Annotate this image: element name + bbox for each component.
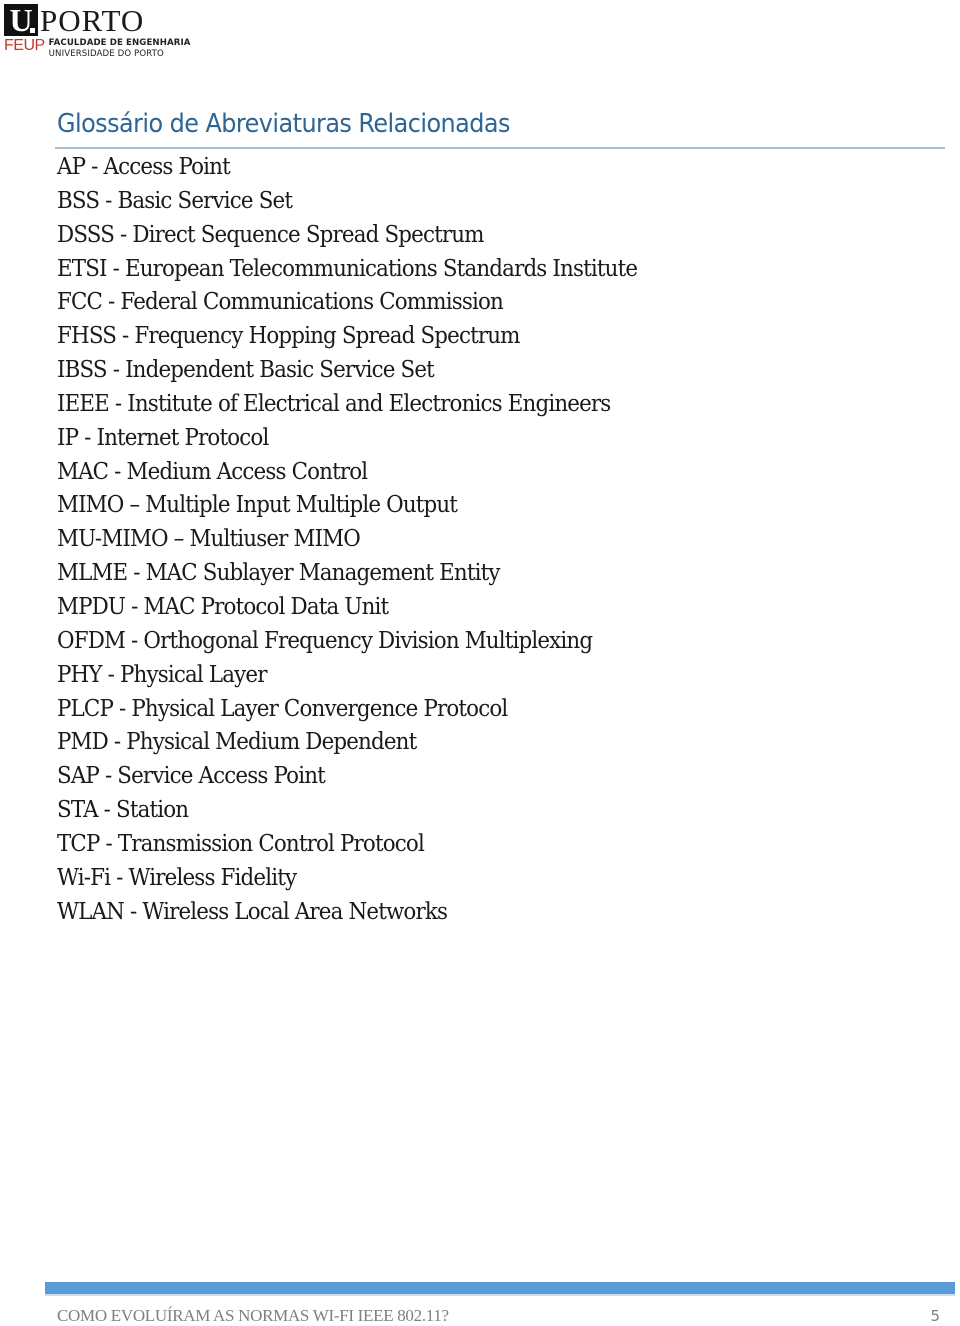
glossary-item: DSSS - Direct Sequence Spread Spectrum bbox=[57, 221, 484, 248]
glossary-item: BSS - Basic Service Set bbox=[57, 187, 293, 214]
glossary-item: ETSI - European Telecommunications Stand… bbox=[57, 255, 638, 282]
glossary-item: PMD - Physical Medium Dependent bbox=[57, 729, 417, 756]
glossary-item: TCP - Transmission Control Protocol bbox=[57, 830, 425, 857]
section-title: Glossário de Abreviaturas Relacionadas bbox=[57, 109, 510, 139]
glossary-item: STA - Station bbox=[57, 797, 189, 824]
logo-school-abbr: FEUP bbox=[4, 37, 45, 54]
glossary-item: FCC - Federal Communications Commission bbox=[57, 289, 504, 316]
footer-document-title: COMO EVOLUÍRAM AS NORMAS WI-FI IEEE 802.… bbox=[57, 1306, 449, 1325]
glossary-item: Wi-Fi - Wireless Fidelity bbox=[57, 864, 297, 891]
glossary-item: PLCP - Physical Layer Convergence Protoc… bbox=[57, 695, 508, 722]
glossary-item: SAP - Service Access Point bbox=[57, 763, 326, 790]
page-number: 5 bbox=[930, 1307, 940, 1325]
glossary-item: MPDU - MAC Protocol Data Unit bbox=[57, 593, 389, 620]
glossary-item: IEEE - Institute of Electrical and Elect… bbox=[57, 390, 611, 417]
logo-school-line2: UNIVERSIDADE DO PORTO bbox=[48, 49, 164, 59]
university-logo: U PORTO FEUP FACULDADE DE ENGENHARIA UNI… bbox=[4, 2, 194, 59]
glossary-item: IP - Internet Protocol bbox=[57, 424, 269, 451]
glossary-item: IBSS - Independent Basic Service Set bbox=[57, 357, 435, 384]
glossary-item: MLME - MAC Sublayer Management Entity bbox=[57, 560, 500, 587]
glossary-item: MIMO – Multiple Input Multiple Output bbox=[57, 492, 458, 519]
logo-dot bbox=[30, 28, 35, 33]
glossary-item: PHY - Physical Layer bbox=[57, 661, 267, 688]
glossary-item: MU-MIMO – Multiuser MIMO bbox=[57, 526, 361, 553]
logo-top-row: U PORTO bbox=[4, 2, 144, 36]
glossary-item: AP - Access Point bbox=[57, 154, 231, 180]
logo-name: PORTO bbox=[40, 3, 145, 38]
glossary-list: AP - Access Point BSS - Basic Service Se… bbox=[57, 151, 681, 929]
glossary-item: OFDM - Orthogonal Frequency Division Mul… bbox=[57, 627, 593, 654]
footer-bar bbox=[45, 1282, 955, 1296]
logo-bottom-row: FEUP FACULDADE DE ENGENHARIA UNIVERSIDAD… bbox=[4, 36, 191, 59]
section-title-rule bbox=[55, 147, 945, 149]
logo-school-name: FACULDADE DE ENGENHARIA UNIVERSIDADE DO … bbox=[49, 38, 191, 59]
glossary-item: MAC - Medium Access Control bbox=[57, 458, 368, 485]
glossary-item: FHSS - Frequency Hopping Spread Spectrum bbox=[57, 323, 520, 350]
logo-u-mark: U bbox=[4, 4, 38, 36]
logo-school-line1: FACULDADE DE ENGENHARIA bbox=[48, 38, 191, 48]
glossary-item: WLAN - Wireless Local Area Networks bbox=[57, 898, 448, 925]
